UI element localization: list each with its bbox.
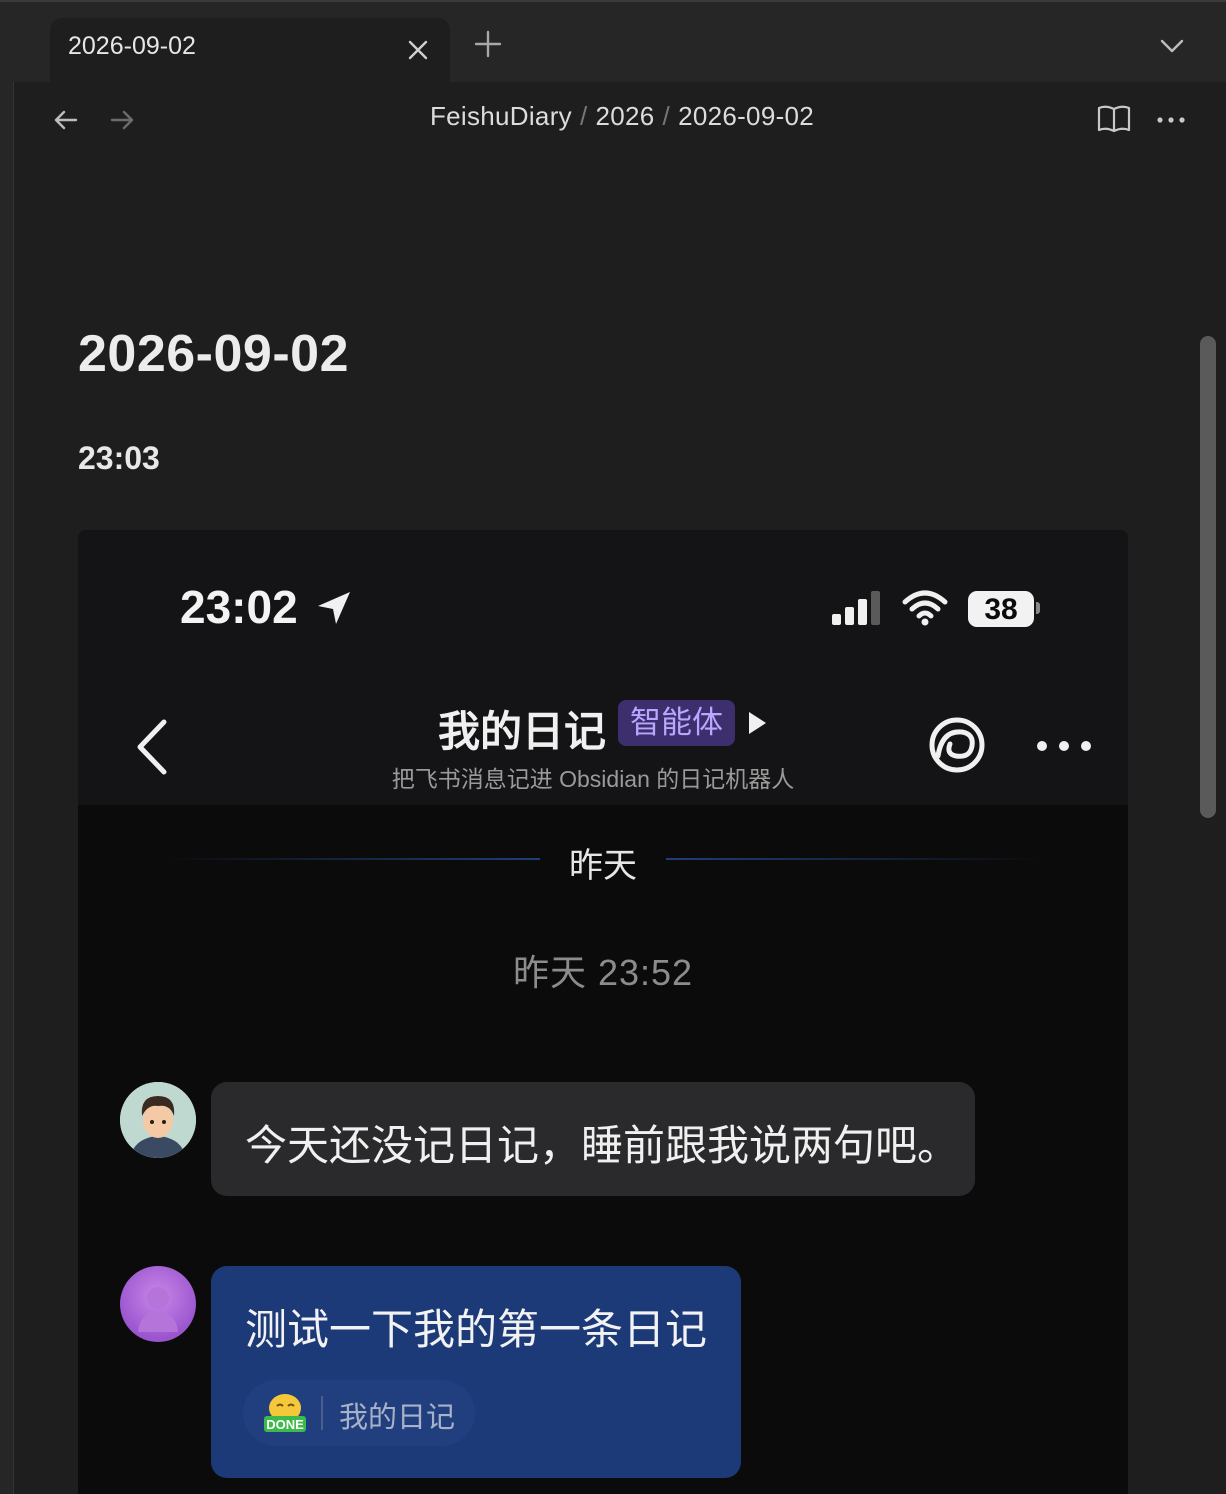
message-text: 测试一下我的第一条日记 (245, 1306, 708, 1353)
message-bubble[interactable]: 测试一下我的第一条日记 DONE 我的日记 (211, 1266, 741, 1478)
user-avatar-icon (138, 1287, 178, 1332)
message-text: 今天还没记日记，睡前跟我说两句吧。 (245, 1122, 960, 1169)
book-open-icon[interactable] (1096, 102, 1132, 136)
breadcrumb-separator: / (579, 101, 588, 131)
breadcrumb: FeishuDiary/2026/2026-09-02 (200, 101, 1044, 132)
tag-divider (321, 1396, 323, 1430)
ai-assistant-icon[interactable] (928, 716, 986, 774)
sidebar-edge (0, 82, 14, 1494)
back-chevron-icon[interactable] (134, 718, 170, 776)
arrow-left-icon[interactable] (50, 104, 82, 136)
breadcrumb-item-file[interactable]: 2026-09-02 (678, 101, 814, 131)
date-divider: 昨天 (569, 847, 637, 885)
more-options-icon[interactable] (1034, 736, 1094, 756)
scrollbar-thumb[interactable] (1200, 336, 1216, 818)
close-icon[interactable] (404, 36, 432, 64)
chevron-down-icon[interactable] (1158, 32, 1186, 60)
arrow-right-icon[interactable] (106, 104, 138, 136)
reaction-tag[interactable]: DONE 我的日记 (243, 1380, 475, 1446)
svg-text:DONE: DONE (266, 1417, 304, 1432)
breadcrumb-item-year[interactable]: 2026 (595, 101, 654, 131)
wifi-icon (902, 590, 948, 626)
breadcrumb-separator: / (662, 101, 671, 131)
tag-label: 我的日记 (339, 1402, 456, 1434)
breadcrumb-item-folder[interactable]: FeishuDiary (430, 101, 572, 131)
message-bubble[interactable]: 今天还没记日记，睡前跟我说两句吧。 (211, 1082, 975, 1196)
more-options-icon[interactable] (1154, 104, 1188, 136)
tab-title: 2026-09-02 (68, 32, 196, 60)
avatar[interactable] (120, 1266, 196, 1342)
new-tab-icon[interactable] (472, 28, 504, 60)
tab-2026-09-02[interactable]: 2026-09-02 (50, 18, 450, 84)
battery-icon: 38 (966, 590, 1042, 628)
cellular-signal-icon (832, 591, 880, 625)
chat-subtitle: 把飞书消息记进 Obsidian 的日记机器人 (391, 766, 795, 792)
tab-bar: 2026-09-02 (0, 0, 1226, 84)
battery-level: 38 (968, 591, 1034, 627)
divider-line (666, 858, 1046, 860)
location-arrow-icon (318, 592, 350, 624)
embedded-screenshot: 23:02 38 我的日记 智能体 把飞书消息记进 Obsidian 的日记机器… (78, 530, 1128, 1494)
divider-line (162, 858, 540, 860)
done-emoji-icon: DONE (264, 1394, 306, 1432)
time-heading: 23:03 (78, 440, 160, 476)
status-time: 23:02 (180, 581, 298, 633)
play-triangle-icon[interactable] (746, 710, 768, 736)
bot-avatar-icon (120, 1082, 196, 1158)
avatar[interactable] (120, 1082, 196, 1158)
chat-title[interactable]: 我的日记 (438, 698, 606, 759)
note-title: 2026-09-02 (78, 325, 349, 383)
agent-badge: 智能体 (618, 700, 735, 746)
message-timestamp: 昨天 23:52 (512, 952, 694, 993)
